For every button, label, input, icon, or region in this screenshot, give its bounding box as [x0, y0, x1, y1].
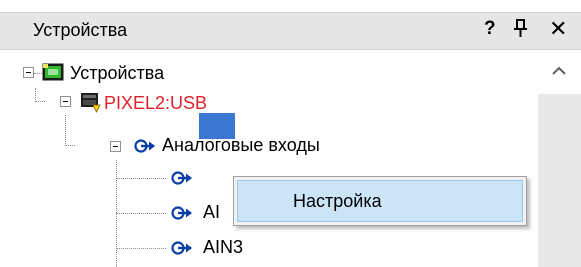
chevron-up-icon — [552, 66, 566, 75]
selection-highlight — [199, 113, 235, 139]
analog-input-icon — [134, 137, 156, 160]
analog-input-icon — [171, 204, 193, 227]
tree-node-root[interactable]: Устройства — [70, 63, 164, 84]
close-button[interactable]: ✕ — [549, 16, 567, 42]
tree-node-device[interactable]: PIXEL2:USB — [104, 93, 207, 114]
usb-module-icon — [79, 91, 101, 118]
tree-line — [35, 101, 45, 102]
devices-panel: Устройства ? ✕ Устройства PIXEL2:USB Ана… — [0, 0, 581, 267]
context-menu: Настройка — [233, 176, 527, 226]
tree-line — [116, 213, 166, 214]
tree-line — [65, 145, 75, 146]
tree-node-ain3[interactable]: AIN3 — [203, 237, 243, 258]
tree-node-ain2[interactable]: AI — [203, 202, 220, 223]
context-menu-item-settings[interactable]: Настройка — [237, 180, 523, 222]
help-button[interactable]: ? — [484, 18, 496, 40]
scroll-up-button[interactable] — [538, 50, 581, 94]
tree-line — [65, 115, 66, 146]
collapse-device-toggle[interactable] — [60, 96, 71, 107]
context-menu-item-label: Настройка — [293, 191, 382, 211]
vertical-scrollbar[interactable] — [538, 50, 581, 267]
device-tree: Устройства PIXEL2:USB Аналоговые входы A… — [0, 50, 538, 267]
panel-title-bar: Устройства ? ✕ — [0, 12, 581, 50]
device-board-icon — [42, 63, 64, 86]
tree-line — [35, 88, 36, 102]
tree-line — [116, 248, 166, 249]
pin-button[interactable] — [514, 19, 527, 42]
pin-icon — [514, 19, 527, 37]
tree-line — [34, 73, 42, 74]
analog-input-icon — [171, 239, 193, 262]
collapse-group-toggle[interactable] — [110, 141, 121, 152]
scroll-track[interactable] — [538, 94, 581, 267]
tree-line — [116, 178, 166, 179]
tree-node-analog-inputs[interactable]: Аналоговые входы — [162, 135, 320, 156]
panel-title: Устройства — [33, 20, 128, 40]
collapse-root-toggle[interactable] — [23, 67, 34, 78]
analog-input-icon — [171, 169, 193, 192]
